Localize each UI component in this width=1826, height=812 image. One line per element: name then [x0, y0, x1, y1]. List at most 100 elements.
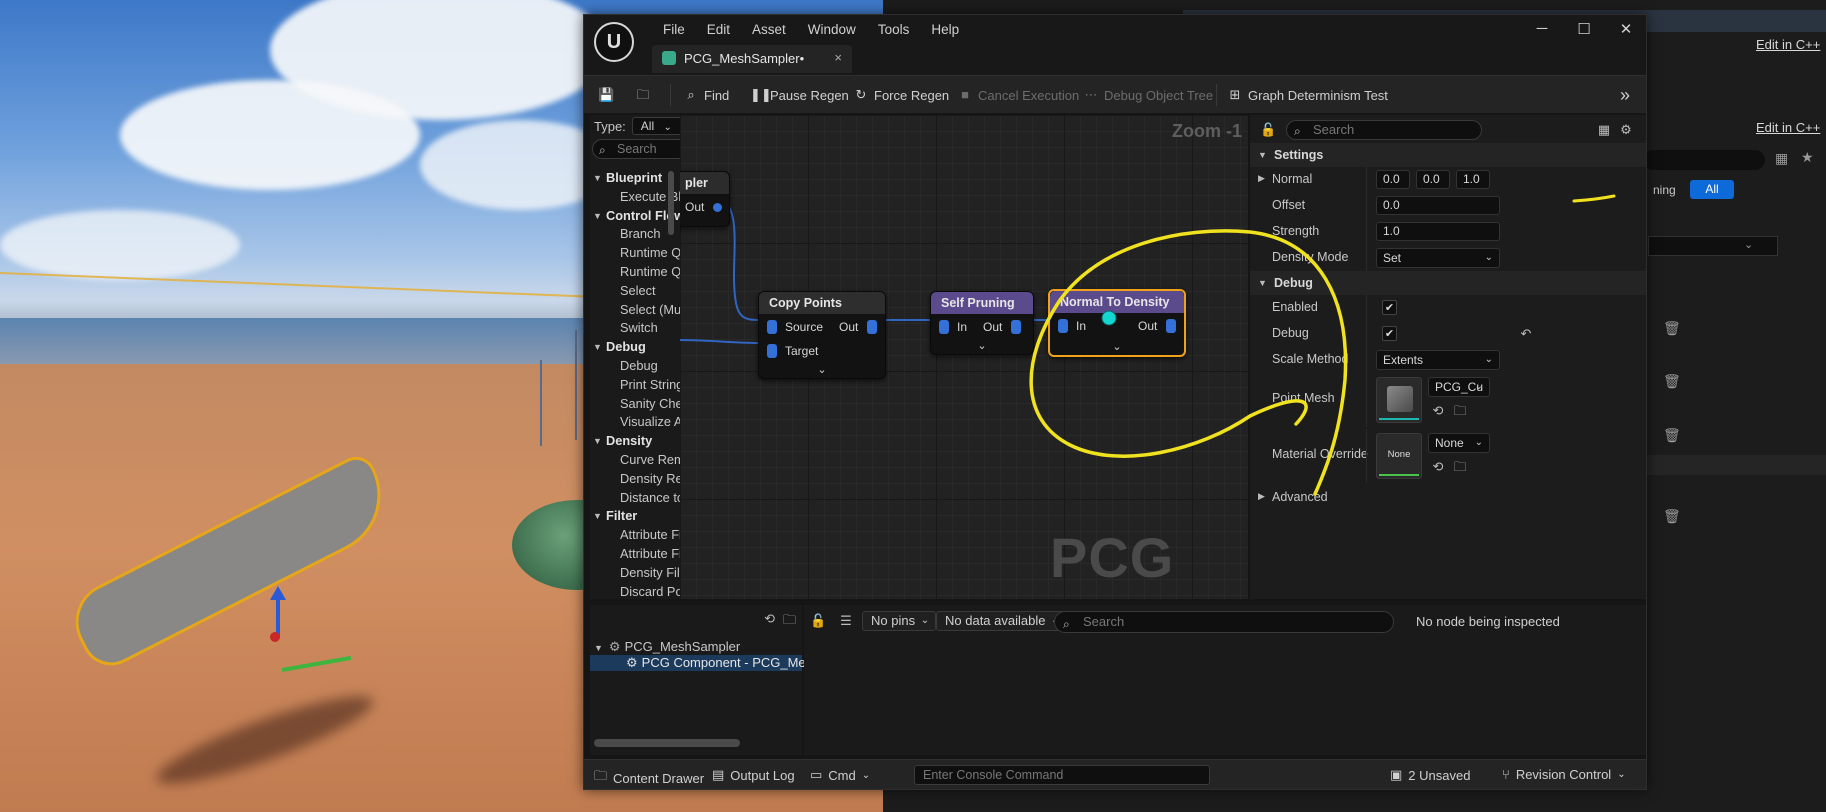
palette-item[interactable]: Runtime Qu	[590, 263, 680, 282]
palette-item[interactable]: Switch	[590, 319, 680, 338]
palette-item[interactable]: Curve Rem	[590, 451, 680, 470]
palette-item[interactable]: Execute Bl	[590, 188, 680, 207]
debug-section-header[interactable]: Debug	[1250, 271, 1646, 295]
gear-icon[interactable]: ⚙	[1618, 122, 1634, 138]
edit-in-cpp-link[interactable]: Edit in C++	[1756, 37, 1820, 52]
enabled-checkbox[interactable]: ✔	[1382, 300, 1397, 315]
normal-label[interactable]: Normal	[1258, 172, 1312, 186]
palette-item[interactable]: Attribute Fi	[590, 545, 680, 564]
save-button[interactable]: 💾	[598, 85, 614, 105]
force-regen-button[interactable]: ↻ Force Regen	[854, 85, 950, 105]
palette-item[interactable]: Select	[590, 282, 680, 301]
palette-scrollbar[interactable]	[668, 171, 674, 235]
normal-y-input[interactable]: 0.0	[1416, 170, 1450, 189]
toolbar-overflow-button[interactable]: »	[1620, 85, 1630, 105]
edit-in-cpp-link[interactable]: Edit in C++	[1756, 120, 1820, 135]
use-selected-asset-icon[interactable]: ⟲	[1430, 403, 1446, 419]
palette-item[interactable]: Select (Mu	[590, 301, 680, 320]
material-override-select[interactable]: None ⌄	[1428, 433, 1490, 453]
trash-icon[interactable]: 🗑	[1663, 373, 1681, 390]
palette-item[interactable]: Branch	[590, 225, 680, 244]
palette-item[interactable]: Density Filt	[590, 564, 680, 583]
close-icon[interactable]: ×	[834, 50, 842, 65]
pin-in[interactable]	[1058, 319, 1068, 333]
advanced-label[interactable]: Advanced	[1258, 490, 1328, 504]
palette-item[interactable]: Debug	[590, 357, 680, 376]
type-select[interactable]: All ⌄	[631, 117, 680, 135]
debug-object-tree-button[interactable]: ⋯ Debug Object Tree	[1084, 85, 1214, 105]
reset-to-default-icon[interactable]: ↶	[1518, 326, 1534, 342]
pin-source[interactable]	[767, 320, 777, 334]
palette-category[interactable]: Debug	[590, 338, 680, 357]
pin-target[interactable]	[767, 344, 777, 358]
menu-edit[interactable]: Edit	[696, 21, 741, 39]
advanced-row[interactable]: Advanced	[1250, 485, 1646, 511]
browse-asset-icon[interactable]: 🗀	[1452, 459, 1468, 475]
palette-category[interactable]: Control Flow	[590, 207, 680, 226]
trash-icon[interactable]: 🗑	[1663, 427, 1681, 444]
unsaved-button[interactable]: ▣ 2 Unsaved	[1390, 767, 1470, 783]
chevron-down-icon[interactable]: ⌄	[817, 363, 826, 376]
chevron-down-icon[interactable]: ⌄	[977, 339, 986, 352]
trash-icon[interactable]: 🗑	[1663, 320, 1681, 337]
maximize-button[interactable]: ☐	[1566, 20, 1602, 40]
menu-file[interactable]: File	[652, 21, 696, 39]
filter-icon[interactable]: ☰	[838, 613, 854, 629]
palette-item[interactable]: Runtime Qu	[590, 244, 680, 263]
find-button[interactable]: ⌕ Find	[684, 85, 729, 105]
use-selected-asset-icon[interactable]: ⟲	[1430, 459, 1446, 475]
attribute-search-input[interactable]: ⌕ Search	[1054, 611, 1394, 633]
menu-help[interactable]: Help	[920, 21, 970, 39]
revision-control-button[interactable]: ⑂ Revision Control ⌄	[1502, 767, 1626, 782]
point-mesh-select[interactable]: PCG_Cu ⌄	[1428, 377, 1490, 397]
unlock-icon[interactable]: 🔓	[1260, 122, 1276, 138]
console-command-input[interactable]: Enter Console Command	[914, 765, 1210, 785]
palette-item[interactable]: Distance to	[590, 489, 680, 508]
cmd-button[interactable]: ▭ Cmd ⌄	[810, 767, 870, 783]
scale-method-select[interactable]: Extents ⌄	[1376, 350, 1500, 370]
offset-input[interactable]: 0.0	[1376, 196, 1500, 215]
browse-icon[interactable]: 🗀	[783, 611, 796, 633]
palette-item[interactable]: Discard Po	[590, 583, 680, 599]
settings-section-header[interactable]: Settings	[1250, 143, 1646, 167]
material-override-thumbnail[interactable]: None	[1376, 433, 1422, 479]
menu-window[interactable]: Window	[797, 21, 867, 39]
palette-search-input[interactable]: ⌕ Search	[592, 139, 680, 159]
pin-out[interactable]	[713, 203, 722, 212]
pin-out[interactable]	[867, 320, 877, 334]
gizmo-origin[interactable]	[270, 632, 280, 642]
debug-checkbox[interactable]: ✔	[1382, 326, 1397, 341]
table-view-icon[interactable]: ▦	[1596, 122, 1612, 138]
tab-pcg-meshsampler[interactable]: PCG_MeshSampler• ×	[652, 45, 852, 73]
node-self-pruning[interactable]: Self Pruning In Out ⌄	[930, 291, 1034, 355]
normal-z-input[interactable]: 1.0	[1456, 170, 1490, 189]
normal-x-input[interactable]: 0.0	[1376, 170, 1410, 189]
palette-category[interactable]: Filter	[590, 507, 680, 526]
palette-item[interactable]: Sanity Che	[590, 395, 680, 414]
browse-button[interactable]: 🗀	[636, 85, 650, 105]
filter-all-button[interactable]: All	[1690, 180, 1734, 199]
tree-child-item[interactable]: ⚙ PCG Component - PCG_Me	[590, 655, 806, 671]
graph-canvas[interactable]: Zoom -1 PCG Graph pler Out Copy Points S…	[680, 115, 1248, 599]
chevron-down-icon[interactable]: ⌄	[1112, 340, 1121, 353]
details-search-input[interactable]: ⌕ Search	[1286, 120, 1482, 140]
palette-category[interactable]: Blueprint	[590, 169, 680, 188]
menu-tools[interactable]: Tools	[867, 21, 921, 39]
pin-out[interactable]	[1166, 319, 1176, 333]
palette-category[interactable]: Density	[590, 432, 680, 451]
graph-determinism-test-button[interactable]: ⊞ Graph Determinism Test	[1228, 85, 1388, 105]
output-log-button[interactable]: ▤ Output Log	[712, 767, 795, 783]
menu-asset[interactable]: Asset	[741, 21, 797, 39]
data-filter-select[interactable]: No data available⌄	[936, 611, 1067, 631]
trash-icon[interactable]: 🗑	[1663, 508, 1681, 525]
density-mode-select[interactable]: Set ⌄	[1376, 248, 1500, 268]
bg-combo[interactable]	[1648, 236, 1778, 256]
star-icon[interactable]: ★	[1801, 149, 1814, 166]
table-icon[interactable]: ▦	[1775, 150, 1788, 167]
palette-item[interactable]: Print String	[590, 376, 680, 395]
node-copy-points[interactable]: Copy Points Source Out Target ⌄	[758, 291, 886, 379]
cancel-execution-button[interactable]: ■ Cancel Execution	[958, 85, 1079, 105]
palette-item[interactable]: Attribute Fi	[590, 526, 680, 545]
strength-input[interactable]: 1.0	[1376, 222, 1500, 241]
unreal-logo-icon[interactable]: U	[594, 22, 634, 62]
